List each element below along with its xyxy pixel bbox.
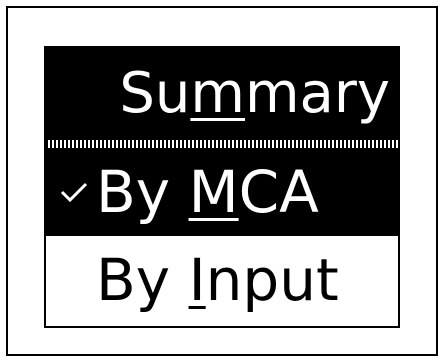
menu-title-summary[interactable]: Summary [46, 48, 398, 140]
menu-item-by-input-text-before: By [96, 246, 189, 314]
menu-item-by-mca[interactable]: By MCA [46, 148, 398, 236]
menu-item-by-input[interactable]: By Input [46, 236, 398, 324]
menu-item-by-mca-text-before: By [96, 158, 189, 226]
menu-title-text-after: mary [244, 61, 390, 126]
menu-item-by-mca-mnemonic: M [188, 158, 239, 226]
summary-menu: Summary By MCA By Input [44, 46, 400, 328]
menu-item-by-mca-text-after: CA [238, 158, 319, 226]
menu-item-by-input-label: By Input [96, 251, 339, 309]
menu-item-by-input-text-after: nput [205, 246, 339, 314]
window-frame: Summary By MCA By Input [6, 6, 438, 356]
menu-separator [46, 140, 398, 148]
menu-title-mnemonic: m [190, 61, 245, 126]
menu-item-by-mca-label: By MCA [96, 163, 319, 221]
menu-item-by-input-mnemonic: I [188, 246, 206, 314]
menu-title-label: Summary [119, 66, 390, 122]
menu-title-text-before: Su [119, 61, 191, 126]
checkmark-icon [52, 181, 96, 203]
